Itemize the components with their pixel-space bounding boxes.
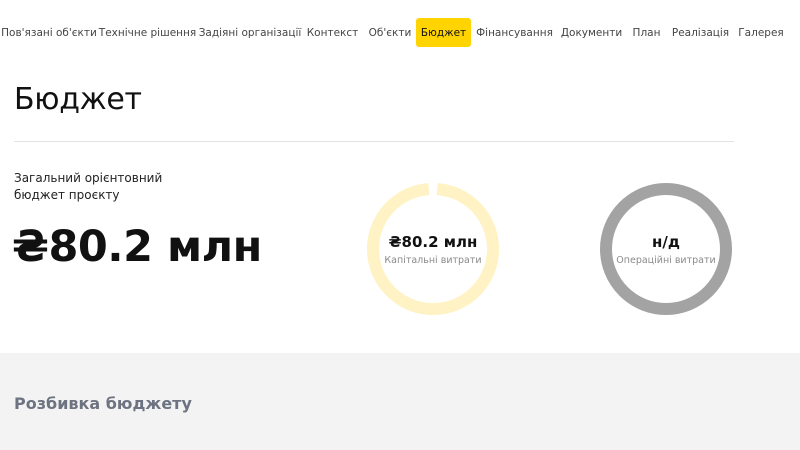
nav-tab-related-objects[interactable]: Пов'язані об'єкти — [1, 18, 97, 47]
nav-tab-financing[interactable]: Фінансування — [476, 18, 553, 47]
capex-value: ₴80.2 млн — [388, 233, 478, 251]
nav-tab-organizations[interactable]: Задіяні організації — [199, 18, 302, 47]
nav-tab-gallery[interactable]: Галерея — [738, 18, 784, 47]
opex-caption: Операційні витрати — [616, 255, 716, 266]
nav-tab-context[interactable]: Контекст — [307, 18, 359, 47]
budget-breakdown-section: Розбивка бюджету — [0, 353, 800, 450]
nav-tab-technical-solution[interactable]: Технічне рішення — [99, 18, 196, 47]
section-nav: Пов'язані об'єкти Технічне рішення Задія… — [0, 18, 800, 47]
opex-ring-chart: н/д Операційні витрати — [599, 182, 733, 316]
capex-caption: Капітальні витрати — [384, 255, 482, 266]
total-budget-label: Загальний орієнтовний бюджет проєкту — [14, 171, 163, 202]
page-title: Бюджет — [14, 82, 142, 117]
nav-tab-plan[interactable]: План — [631, 18, 662, 47]
capex-ring-chart: ₴80.2 млн Капітальні витрати — [366, 182, 500, 316]
nav-tab-implementation[interactable]: Реалізація — [672, 18, 729, 47]
title-divider — [14, 141, 734, 142]
nav-tab-objects[interactable]: Об'єкти — [369, 18, 412, 47]
total-budget-value: ₴80.2 млн — [12, 222, 262, 272]
breakdown-title: Розбивка бюджету — [14, 394, 192, 413]
nav-tab-documents[interactable]: Документи — [561, 18, 622, 47]
opex-value: н/д — [652, 233, 680, 251]
nav-tab-budget[interactable]: Бюджет — [416, 18, 471, 47]
